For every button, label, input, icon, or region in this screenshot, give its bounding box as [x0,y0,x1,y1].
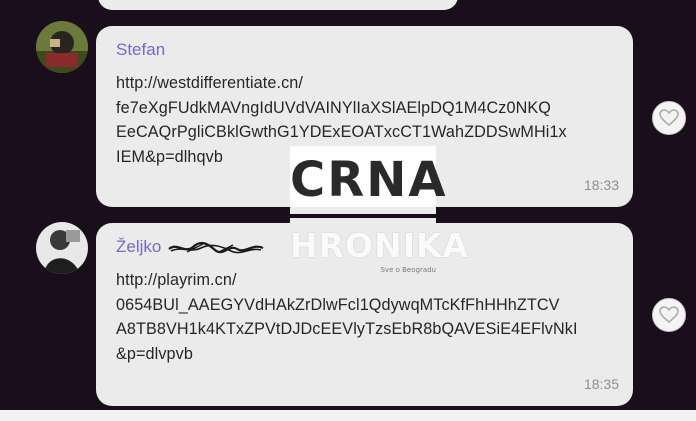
heart-icon [659,306,679,323]
sender-avatar[interactable] [36,21,88,73]
news-watermark-logo: CRNA HRONIKA Sve o Beogradu [290,146,470,276]
sender-name[interactable]: Stefan [116,39,615,61]
watermark-subtitle: Sve o Beogradu [380,266,436,274]
user-avatar-icon [36,21,88,73]
redaction-scribble [168,241,264,253]
watermark-line2: HRONIKA [290,226,470,265]
watermark-divider [290,218,436,223]
heart-icon [659,109,679,126]
reaction-button[interactable] [652,101,686,135]
message-link-text[interactable]: http://playrim.cn/ 0654BUl_AAEGYVdHAkZrD… [116,268,615,366]
watermark-line1: CRNA [290,146,446,214]
sender-avatar[interactable] [36,222,88,274]
sender-first-name: Željko [116,237,162,256]
message-timestamp: 18:33 [583,177,619,193]
message-timestamp: 18:35 [583,376,619,392]
previous-message-bubble [98,0,458,10]
user-avatar-icon [36,222,88,274]
window-bottom-edge [0,410,696,421]
reaction-button[interactable] [652,298,686,332]
